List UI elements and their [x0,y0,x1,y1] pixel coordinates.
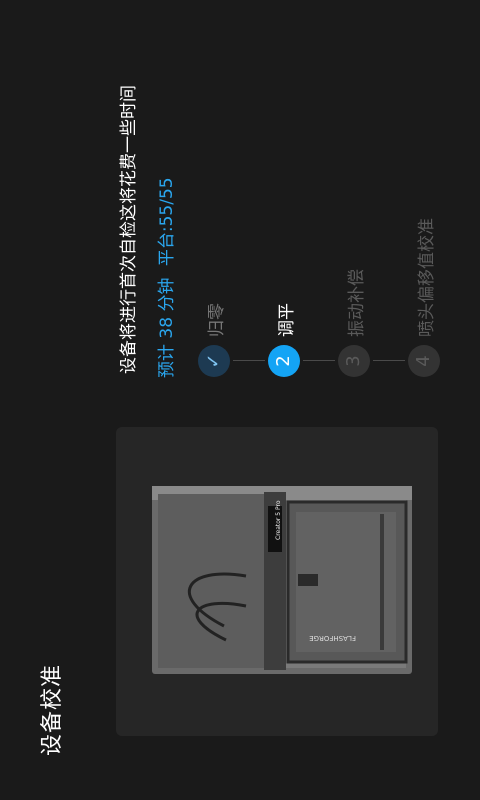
printer-lid [158,494,266,668]
step-connector [303,360,335,361]
printer-model: Creator 5 Pro [275,500,282,540]
step-home: ✓ 归零 [198,303,234,377]
rotated-screen: 设备校准 FLASHFORGE Creator 5 Pro 设备将进行首次自检这… [0,0,480,800]
step-label: 归零 [207,303,227,337]
step-circle-2: 2 [268,345,300,377]
printer-image-card: FLASHFORGE Creator 5 Pro [116,427,438,736]
step-label: 振动补偿 [347,269,367,337]
check-icon: ✓ [203,353,224,369]
step-label: 喷头偏移值校准 [417,218,437,337]
calibration-message: 设备将进行首次自检这将花费一些时间 [119,85,139,374]
printer-extruder [298,574,318,586]
estimate-time: 预计 38 分钟 [157,277,177,378]
step-nozzle-offset: 4 喷头偏移值校准 [408,218,444,377]
step-leveling: 2 调平 [268,303,304,377]
time-estimate: 预计 38 分钟 平台:55/55 [152,171,177,378]
step-connector [233,360,265,361]
step-circle-1: ✓ [198,345,230,377]
page-title: 设备校准 [40,663,65,756]
step-label: 调平 [277,303,297,337]
step-circle-4: 4 [408,345,440,377]
printer-illustration: FLASHFORGE Creator 5 Pro [152,486,412,674]
printer-bed [380,514,384,650]
printer-brand: FLASHFORGE [309,634,356,642]
step-vibration: 3 振动补偿 [338,269,374,377]
step-connector [373,360,405,361]
estimate-platform: 平台:55/55 [157,177,177,267]
step-circle-3: 3 [338,345,370,377]
